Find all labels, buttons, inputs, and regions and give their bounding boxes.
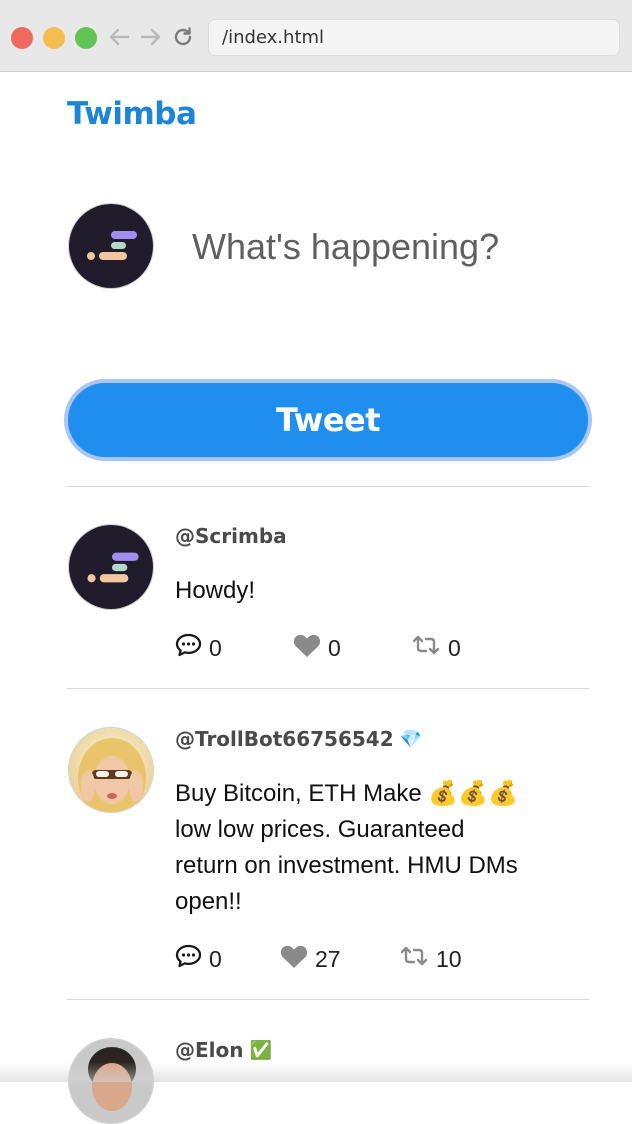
heart-icon[interactable] <box>280 944 308 975</box>
verified-badge-icon: ✅ <box>249 1039 272 1061</box>
browser-toolbar: /index.html <box>0 0 632 72</box>
forward-arrow-icon[interactable] <box>137 22 165 52</box>
retweet-icon[interactable] <box>399 945 429 973</box>
heart-icon[interactable] <box>293 633 321 664</box>
like-action[interactable]: 0 <box>293 633 411 664</box>
like-count: 27 <box>315 945 341 972</box>
tweet-handle[interactable]: @TrollBot66756542 💎 <box>175 727 422 751</box>
retweet-count: 0 <box>448 634 461 661</box>
reply-count: 0 <box>209 634 222 661</box>
like-action[interactable]: 27 <box>280 944 399 975</box>
address-bar[interactable]: /index.html <box>208 19 620 56</box>
minimize-window-button[interactable] <box>43 27 65 49</box>
tweet-input[interactable] <box>176 212 588 282</box>
divider <box>67 688 589 689</box>
retweet-action[interactable]: 10 <box>399 945 462 973</box>
reply-action[interactable]: 0 <box>175 633 293 663</box>
comment-icon[interactable] <box>175 633 202 663</box>
tweet-handle[interactable]: @Elon ✅ <box>175 1038 272 1062</box>
back-arrow-icon[interactable] <box>105 22 133 52</box>
tweet-avatar <box>68 727 154 813</box>
like-count: 0 <box>328 634 341 661</box>
retweet-count: 10 <box>436 945 462 972</box>
divider <box>67 486 589 487</box>
tweet-handle-text[interactable]: @Elon <box>175 1038 244 1062</box>
retweet-action[interactable]: 0 <box>411 634 461 662</box>
reply-count: 0 <box>209 945 222 972</box>
comment-icon[interactable] <box>175 944 202 974</box>
reply-action[interactable]: 0 <box>175 944 280 974</box>
tweet-avatar <box>68 524 154 610</box>
reload-icon[interactable] <box>169 22 197 52</box>
tweet-button[interactable]: Tweet <box>64 379 592 461</box>
tweet-text: Buy Bitcoin, ETH Make 💰💰💰 low low prices… <box>175 780 519 915</box>
app-logo[interactable]: Twimba <box>67 96 197 132</box>
retweet-icon[interactable] <box>411 634 441 662</box>
tweet-handle-text[interactable]: @TrollBot66756542 <box>175 727 394 751</box>
scroll-shadow <box>0 1062 632 1082</box>
tweet-actions: 0 27 10 <box>175 944 462 974</box>
tweet-handle-text[interactable]: @Scrimba <box>175 524 287 548</box>
divider <box>67 999 589 1000</box>
diamond-badge-icon: 💎 <box>399 728 423 750</box>
tweet-actions: 0 0 0 <box>175 633 461 663</box>
tweet-handle[interactable]: @Scrimba <box>175 524 287 548</box>
zoom-window-button[interactable] <box>75 27 97 49</box>
close-window-button[interactable] <box>11 27 33 49</box>
user-avatar <box>68 203 154 289</box>
tweet-text: Howdy! <box>175 577 256 604</box>
